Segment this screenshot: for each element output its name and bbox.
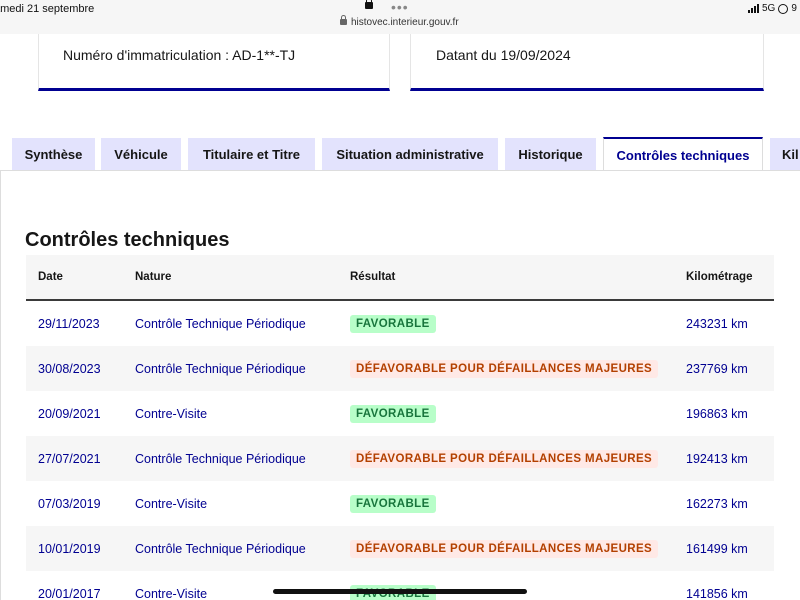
tab-vehicule[interactable]: Véhicule xyxy=(101,138,181,170)
cell-nature: Contre-Visite xyxy=(135,406,208,421)
tab-divider xyxy=(0,170,800,171)
tab-bar: Synthèse Véhicule Titulaire et Titre Sit… xyxy=(0,137,800,171)
table-row: 10/01/2019 Contrôle Technique Périodique… xyxy=(26,526,774,571)
signal-icon xyxy=(748,4,759,13)
report-date: Datant du 19/09/2024 xyxy=(436,47,571,63)
result-badge-favorable: FAVORABLE xyxy=(350,494,436,513)
table-row: 20/09/2021 Contre-Visite FAVORABLE 19686… xyxy=(26,391,774,436)
more-dots-icon[interactable]: ••• xyxy=(391,0,409,15)
header-km: Kilométrage xyxy=(686,271,753,283)
result-badge-favorable: FAVORABLE xyxy=(350,314,436,333)
cell-date: 29/11/2023 xyxy=(38,316,100,331)
tab-historique[interactable]: Historique xyxy=(505,138,596,170)
result-badge-defavorable: DÉFAVORABLE POUR DÉFAILLANCES MAJEURES xyxy=(350,359,659,378)
cell-nature: Contrôle Technique Périodique xyxy=(135,541,306,556)
registration-card: Numéro d'immatriculation : AD-1**-TJ xyxy=(38,34,390,91)
cell-nature: Contre-Visite xyxy=(135,496,208,511)
cell-date: 20/09/2021 xyxy=(38,406,101,421)
status-date: amedi 21 septembre xyxy=(0,3,95,15)
registration-number: Numéro d'immatriculation : AD-1**-TJ xyxy=(63,47,296,63)
cell-km: 196863 km xyxy=(686,406,748,421)
cell-nature: Contrôle Technique Périodique xyxy=(135,316,306,331)
cell-km: 192413 km xyxy=(686,451,748,466)
result-badge-defavorable: DÉFAVORABLE POUR DÉFAILLANCES MAJEURES xyxy=(350,449,659,468)
table-row: 29/11/2023 Contrôle Technique Périodique… xyxy=(26,301,774,346)
cell-nature: Contre-Visite xyxy=(135,586,208,600)
header-nature: Nature xyxy=(135,271,172,283)
header-date: Date xyxy=(38,271,63,283)
cell-km: 243231 km xyxy=(686,316,748,331)
table-header: Date Nature Résultat Kilométrage xyxy=(26,255,774,301)
cell-date: 30/08/2023 xyxy=(38,361,101,376)
result-badge-favorable: FAVORABLE xyxy=(350,404,436,423)
cell-result: FAVORABLE xyxy=(350,481,436,526)
cell-result: DÉFAVORABLE POUR DÉFAILLANCES MAJEURES xyxy=(350,526,659,571)
table-row: 07/03/2019 Contre-Visite FAVORABLE 16227… xyxy=(26,481,774,526)
table-row: 20/01/2017 Contre-Visite FAVORABLE 14185… xyxy=(26,571,774,600)
cell-km: 161499 km xyxy=(686,541,748,556)
url-lock-icon xyxy=(340,15,347,25)
cell-km: 237769 km xyxy=(686,361,748,376)
cell-result: FAVORABLE xyxy=(350,571,436,600)
result-badge-defavorable: DÉFAVORABLE POUR DÉFAILLANCES MAJEURES xyxy=(350,539,659,558)
section-title: Contrôles techniques xyxy=(25,229,230,251)
lock-icon xyxy=(365,0,373,9)
cell-km: 141856 km xyxy=(686,586,748,600)
table-row: 27/07/2021 Contrôle Technique Périodique… xyxy=(26,436,774,481)
home-indicator[interactable] xyxy=(273,589,527,594)
battery-percent: 9 xyxy=(791,3,797,14)
cell-result: FAVORABLE xyxy=(350,391,436,436)
status-indicators: 5G 9 xyxy=(748,3,797,14)
panel-border xyxy=(0,171,1,600)
tab-controles-techniques[interactable]: Contrôles techniques xyxy=(603,137,763,171)
url-text: histovec.interieur.gouv.fr xyxy=(351,17,459,28)
cell-nature: Contrôle Technique Périodique xyxy=(135,361,306,376)
orientation-lock-icon xyxy=(778,3,789,14)
cell-date: 27/07/2021 xyxy=(38,451,101,466)
tab-titulaire-et-titre[interactable]: Titulaire et Titre xyxy=(188,138,315,170)
tab-situation-administrative[interactable]: Situation administrative xyxy=(322,138,498,170)
header-result: Résultat xyxy=(350,271,396,283)
date-card: Datant du 19/09/2024 xyxy=(410,34,764,91)
tab-synthese[interactable]: Synthèse xyxy=(12,138,95,170)
browser-status-bar: amedi 21 septembre ••• histovec.interieu… xyxy=(0,0,800,34)
cell-date: 10/01/2019 xyxy=(38,541,101,556)
cell-result: DÉFAVORABLE POUR DÉFAILLANCES MAJEURES xyxy=(350,436,659,481)
cell-result: DÉFAVORABLE POUR DÉFAILLANCES MAJEURES xyxy=(350,346,659,391)
tab-kilometrage[interactable]: Kil xyxy=(770,138,800,170)
cell-date: 07/03/2019 xyxy=(38,496,101,511)
network-type: 5G xyxy=(762,3,776,14)
address-bar[interactable]: histovec.interieur.gouv.fr xyxy=(340,15,459,28)
cell-nature: Contrôle Technique Périodique xyxy=(135,451,306,466)
cell-date: 20/01/2017 xyxy=(38,586,101,600)
cell-result: FAVORABLE xyxy=(350,301,436,346)
cell-km: 162273 km xyxy=(686,496,748,511)
table-row: 30/08/2023 Contrôle Technique Périodique… xyxy=(26,346,774,391)
